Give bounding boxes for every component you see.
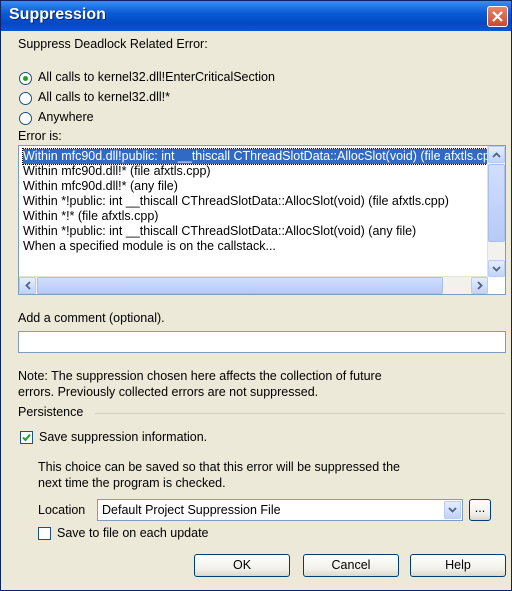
persistence-divider — [95, 413, 505, 414]
save-info-label[interactable]: Save suppression information. — [39, 430, 207, 444]
option-all-calls-function-label[interactable]: All calls to kernel32.dll!EnterCriticalS… — [38, 70, 275, 84]
location-dropdown-button[interactable] — [444, 501, 461, 519]
suppress-group-label: Suppress Deadlock Related Error: — [18, 37, 208, 51]
radio-all-calls-module[interactable] — [19, 92, 32, 105]
chevron-left-icon — [24, 281, 31, 290]
close-button[interactable] — [487, 6, 508, 27]
scroll-left-button[interactable] — [19, 277, 36, 294]
note-line-1: Note: The suppression chosen here affect… — [18, 369, 382, 383]
vertical-scrollbar[interactable] — [487, 146, 505, 277]
list-item[interactable]: Within mfc90d.dll!* (any file) — [23, 179, 178, 194]
dialog-title: Suppression — [9, 6, 106, 23]
browse-button[interactable]: ... — [469, 499, 491, 521]
cancel-button[interactable]: Cancel — [303, 554, 399, 577]
list-item[interactable]: Within mfc90d.dll!* (file afxtls.cpp) — [23, 164, 211, 179]
comment-label: Add a comment (optional). — [18, 311, 165, 325]
scroll-right-button[interactable] — [471, 277, 488, 294]
chevron-down-icon — [448, 507, 457, 513]
list-item[interactable]: Within *!* (file afxtls.cpp) — [23, 209, 158, 224]
save-info-checkbox[interactable] — [20, 431, 33, 444]
close-icon — [492, 11, 503, 22]
horizontal-scrollbar[interactable] — [19, 276, 488, 294]
help-button[interactable]: Help — [410, 554, 506, 577]
error-listbox[interactable]: Within mfc90d.dll!public: int __thiscall… — [18, 145, 506, 295]
ok-button[interactable]: OK — [194, 554, 290, 577]
list-item[interactable]: When a specified module is on the callst… — [23, 239, 276, 254]
radio-all-calls-function[interactable] — [19, 72, 32, 85]
list-item[interactable]: Within mfc90d.dll!public: int __thiscall… — [22, 148, 502, 165]
scroll-up-button[interactable] — [488, 146, 505, 163]
checkmark-icon — [22, 433, 31, 442]
chevron-up-icon — [492, 151, 501, 158]
error-list-label: Error is: — [18, 129, 62, 143]
location-selected-value: Default Project Suppression File — [102, 503, 281, 517]
note-line-2: errors. Previously collected errors are … — [18, 385, 319, 399]
location-label: Location — [38, 503, 86, 517]
save-each-update-checkbox[interactable] — [38, 527, 51, 540]
vertical-scroll-thumb[interactable] — [488, 164, 505, 242]
title-bar[interactable]: Suppression — [1, 1, 511, 31]
location-select[interactable]: Default Project Suppression File — [97, 499, 463, 521]
list-item[interactable]: Within *!public: int __thiscall CThreadS… — [23, 194, 449, 209]
persistence-info-line-2: next time the program is checked. — [38, 476, 226, 490]
persistence-label: Persistence — [18, 405, 84, 419]
chevron-right-icon — [476, 281, 483, 290]
scroll-down-button[interactable] — [488, 260, 505, 277]
option-all-calls-module-label[interactable]: All calls to kernel32.dll!* — [38, 90, 170, 104]
radio-selected-dot — [23, 76, 28, 81]
list-item[interactable]: Within *!public: int __thiscall CThreadS… — [23, 224, 416, 239]
suppression-dialog: Suppression Suppress Deadlock Related Er… — [0, 0, 512, 591]
chevron-down-icon — [492, 265, 501, 272]
horizontal-scroll-thumb[interactable] — [37, 277, 443, 294]
comment-input[interactable] — [18, 331, 506, 353]
save-each-update-label[interactable]: Save to file on each update — [57, 526, 209, 540]
radio-anywhere[interactable] — [19, 112, 32, 125]
persistence-info-line-1: This choice can be saved so that this er… — [38, 460, 400, 474]
option-anywhere-label[interactable]: Anywhere — [38, 110, 94, 124]
